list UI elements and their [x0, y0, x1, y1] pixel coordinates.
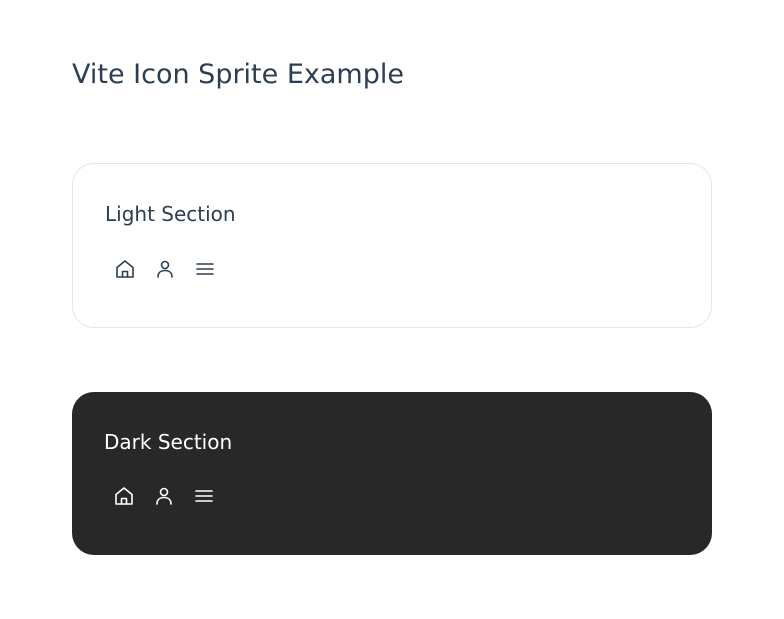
- light-section-title: Light Section: [105, 202, 236, 226]
- home-icon: [112, 484, 136, 508]
- page: Vite Icon Sprite Example Light Section D…: [0, 0, 784, 619]
- user-icon: [153, 257, 177, 281]
- user-icon: [152, 484, 176, 508]
- dark-section-icons: [112, 484, 216, 508]
- light-section-card: Light Section: [72, 163, 712, 328]
- home-icon: [113, 257, 137, 281]
- light-section-icons: [113, 257, 217, 281]
- dark-section-card: Dark Section: [72, 392, 712, 555]
- page-title: Vite Icon Sprite Example: [72, 59, 404, 90]
- dark-section-title: Dark Section: [104, 430, 233, 454]
- menu-icon: [192, 484, 216, 508]
- menu-icon: [193, 257, 217, 281]
